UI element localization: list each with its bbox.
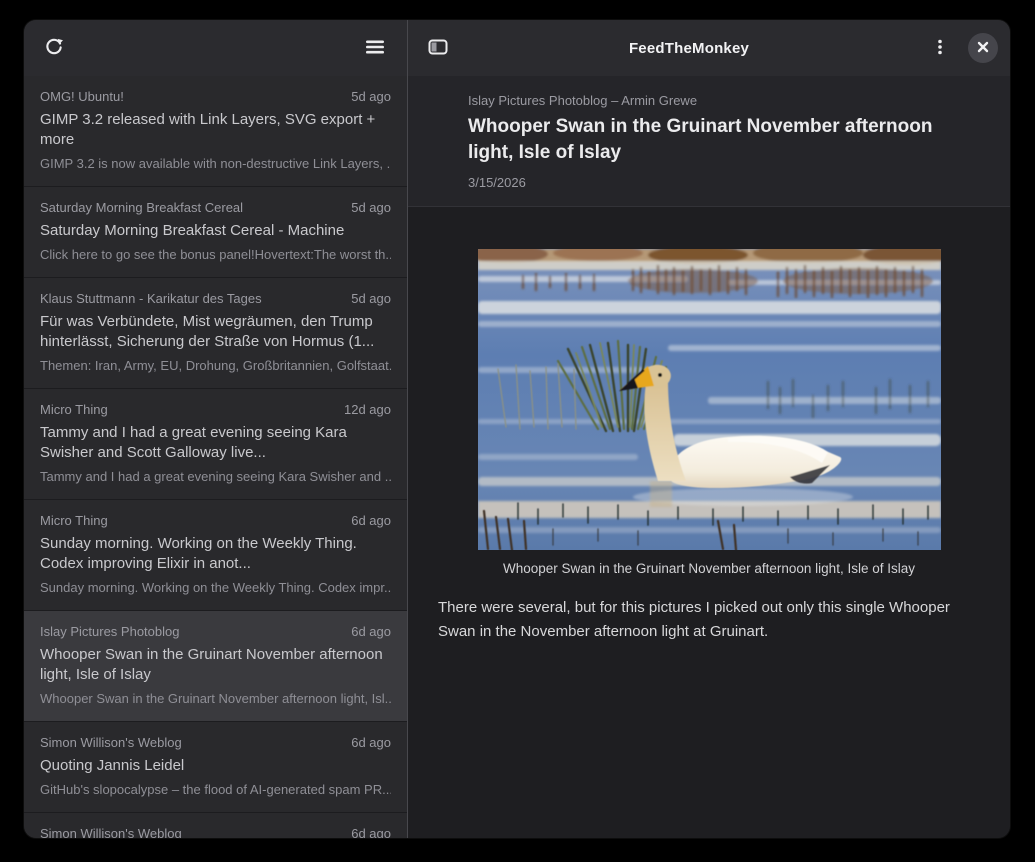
image-caption: Whooper Swan in the Gruinart November af…: [478, 561, 941, 576]
feed-list-item[interactable]: Simon Willison's Weblog 6d ago My firesi…: [24, 813, 407, 838]
item-title: Quoting Jannis Leidel: [40, 756, 391, 776]
feed-list-item[interactable]: Micro Thing 6d ago Sunday morning. Worki…: [24, 500, 407, 611]
article-text: There were several, but for this picture…: [438, 596, 963, 644]
sidebar-header: [24, 20, 407, 76]
item-title: Sunday morning. Working on the Weekly Th…: [40, 534, 391, 574]
article-body: Whooper Swan in the Gruinart November af…: [408, 207, 1010, 664]
article-pane: Islay Pictures Photoblog – Armin Grewe W…: [408, 76, 1010, 838]
item-date: 6d ago: [351, 734, 391, 752]
item-date: 6d ago: [351, 623, 391, 641]
main-header: FeedTheMonkey: [408, 20, 1010, 76]
item-title: GIMP 3.2 released with Link Layers, SVG …: [40, 110, 391, 150]
feed-list-item[interactable]: Simon Willison's Weblog 6d ago Quoting J…: [24, 722, 407, 813]
close-button[interactable]: [968, 33, 998, 63]
item-summary: Sunday morning. Working on the Weekly Th…: [40, 579, 391, 597]
feed-name: Klaus Stuttmann - Karikatur des Tages: [40, 290, 262, 308]
article-header: Islay Pictures Photoblog – Armin Grewe W…: [408, 76, 1010, 207]
article-date: 3/15/2026: [468, 174, 970, 192]
feed-name: Simon Willison's Weblog: [40, 825, 182, 838]
item-summary: GIMP 3.2 is now available with non-destr…: [40, 155, 391, 173]
item-summary: Whooper Swan in the Gruinart November af…: [40, 690, 391, 708]
feed-list-item[interactable]: OMG! Ubuntu! 5d ago GIMP 3.2 released wi…: [24, 76, 407, 187]
sidebar-menu-button[interactable]: [357, 30, 393, 66]
refresh-icon: [43, 36, 65, 61]
item-summary: Click here to go see the bonus panel!Hov…: [40, 246, 391, 264]
feed-name: Micro Thing: [40, 401, 108, 419]
app-title: FeedTheMonkey: [456, 40, 922, 57]
kebab-menu-icon: [931, 38, 949, 59]
feed-name: OMG! Ubuntu!: [40, 88, 124, 106]
item-title: Saturday Morning Breakfast Cereal - Mach…: [40, 221, 391, 241]
hamburger-menu-icon: [365, 37, 385, 60]
item-title: Für was Verbündete, Mist wegräumen, den …: [40, 312, 391, 352]
article-feed-name: Islay Pictures Photoblog – Armin Grewe: [468, 92, 970, 110]
feed-list-item[interactable]: Klaus Stuttmann - Karikatur des Tages 5d…: [24, 278, 407, 389]
article-title: Whooper Swan in the Gruinart November af…: [468, 114, 970, 166]
close-icon: [977, 41, 989, 56]
item-summary: Tammy and I had a great evening seeing K…: [40, 468, 391, 486]
feed-name: Islay Pictures Photoblog: [40, 623, 179, 641]
more-options-button[interactable]: [922, 30, 958, 66]
feed-list: OMG! Ubuntu! 5d ago GIMP 3.2 released wi…: [24, 76, 407, 838]
feed-name: Micro Thing: [40, 512, 108, 530]
feed-list-item[interactable]: Saturday Morning Breakfast Cereal 5d ago…: [24, 187, 407, 278]
item-title: Tammy and I had a great evening seeing K…: [40, 423, 391, 463]
feed-list-item[interactable]: Islay Pictures Photoblog 6d ago Whooper …: [24, 611, 407, 722]
item-date: 12d ago: [344, 401, 391, 419]
item-summary: GitHub's slopocalypse – the flood of AI-…: [40, 781, 391, 799]
feed-name: Simon Willison's Weblog: [40, 734, 182, 752]
swan-photo: [478, 249, 941, 550]
item-date: 6d ago: [351, 512, 391, 530]
item-date: 5d ago: [351, 199, 391, 217]
item-title: Whooper Swan in the Gruinart November af…: [40, 645, 391, 685]
refresh-button[interactable]: [36, 30, 72, 66]
feed-name: Saturday Morning Breakfast Cereal: [40, 199, 243, 217]
item-date: 5d ago: [351, 88, 391, 106]
feed-list-item[interactable]: Micro Thing 12d ago Tammy and I had a gr…: [24, 389, 407, 500]
item-date: 5d ago: [351, 290, 391, 308]
item-summary: Themen: Iran, Army, EU, Drohung, Großbri…: [40, 357, 391, 375]
app-window: FeedTheMonkey OMG! Ubuntu! 5d ago: [24, 20, 1010, 838]
sidebar-toggle-button[interactable]: [420, 30, 456, 66]
article-figure: Whooper Swan in the Gruinart November af…: [478, 249, 941, 576]
item-date: 6d ago: [351, 825, 391, 838]
sidebar-toggle-icon: [428, 37, 448, 60]
